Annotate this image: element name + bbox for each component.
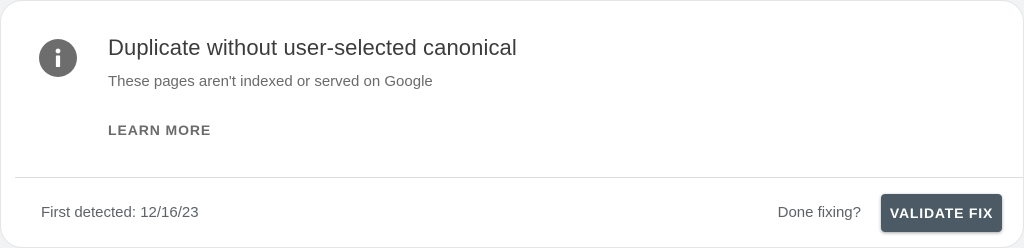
issue-card: Duplicate without user-selected canonica… xyxy=(0,0,1024,248)
divider xyxy=(15,177,1023,178)
info-icon xyxy=(39,39,77,77)
first-detected-text: First detected: 12/16/23 xyxy=(41,204,199,221)
validate-fix-button[interactable]: VALIDATE FIX xyxy=(881,194,1002,232)
issue-subtitle: These pages aren't indexed or served on … xyxy=(108,73,433,90)
issue-title: Duplicate without user-selected canonica… xyxy=(108,35,517,60)
done-fixing-label: Done fixing? xyxy=(777,204,861,221)
learn-more-link[interactable]: LEARN MORE xyxy=(108,122,211,138)
